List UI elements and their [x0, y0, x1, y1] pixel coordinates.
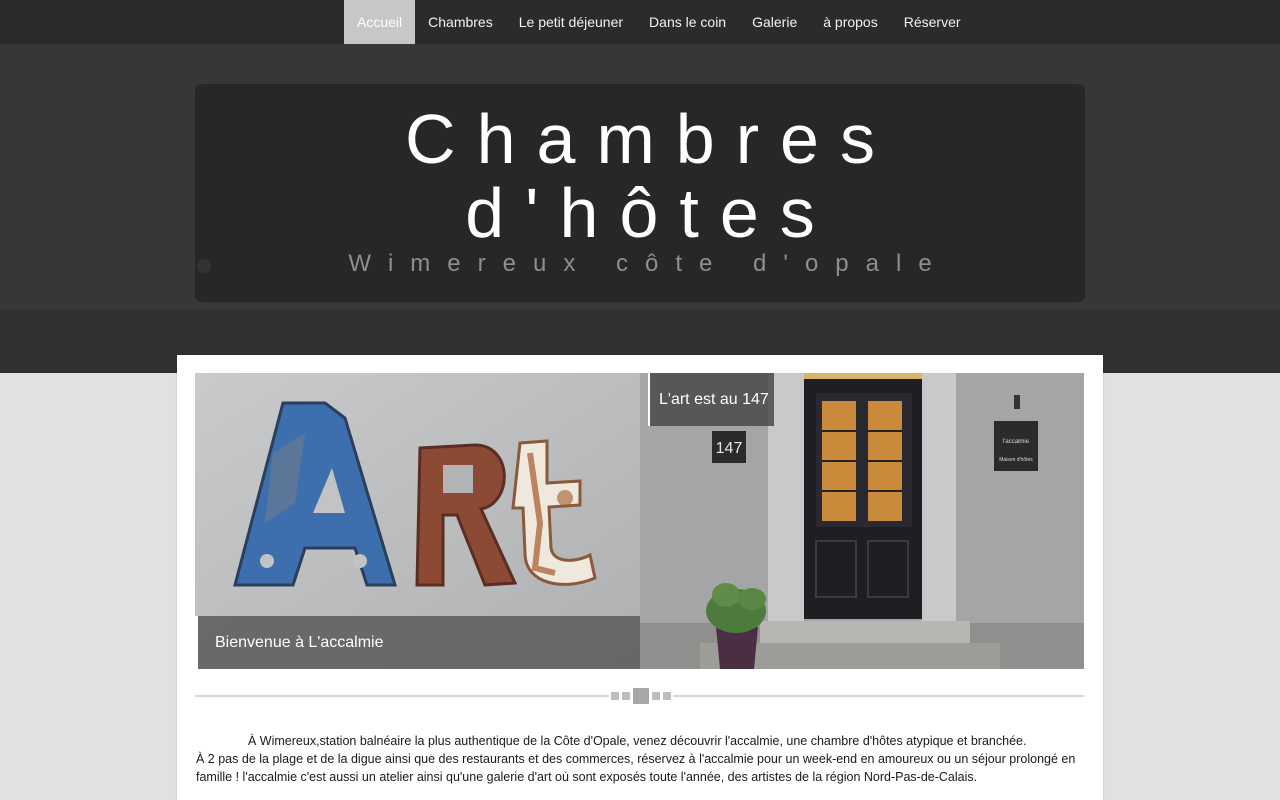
nav-item-a-propos[interactable]: à propos [810, 0, 890, 44]
nav-item-dans-le-coin[interactable]: Dans le coin [636, 0, 739, 44]
hero-banner: Chambres d'hôtes Wimereux côte d'opale [0, 44, 1280, 373]
nav-item-petit-dejeuner[interactable]: Le petit déjeuner [506, 0, 636, 44]
image-slider: Bienvenue à L'accalmie 147 l'accalmie Ma… [195, 373, 1084, 669]
nav-menu: Accueil Chambres Le petit déjeuner Dans … [344, 0, 974, 44]
slider-dot-5[interactable] [663, 692, 671, 700]
house-number-label: 147 [716, 440, 743, 457]
house-sign-label: l'accalmie [1003, 439, 1030, 445]
hero-title-box: Chambres d'hôtes Wimereux côte d'opale [195, 84, 1085, 302]
nav-item-reserver[interactable]: Réserver [891, 0, 974, 44]
site-title-line1: Chambres [405, 100, 896, 178]
site-title: Chambres d'hôtes [195, 102, 1085, 250]
slider-dot-1[interactable] [611, 692, 619, 700]
slider-dot-4[interactable] [652, 692, 660, 700]
intro-text: À Wimereux,station balnéaire la plus aut… [196, 732, 1086, 786]
site-title-line2: d'hôtes [465, 174, 836, 252]
nav-item-galerie[interactable]: Galerie [739, 0, 810, 44]
site-subtitle: Wimereux côte d'opale [348, 250, 949, 277]
slide-caption-bienvenue: Bienvenue à L'accalmie [195, 616, 640, 669]
slider-dot-2[interactable] [622, 692, 630, 700]
nav-item-chambres[interactable]: Chambres [415, 0, 506, 44]
house-sign-label-2: Maison d'hôtes [999, 457, 1033, 463]
slide-caption-art-147: L'art est au 147 [648, 373, 774, 426]
top-navigation: Accueil Chambres Le petit déjeuner Dans … [0, 0, 1280, 44]
intro-paragraph-1: À Wimereux,station balnéaire la plus aut… [248, 734, 1027, 748]
slide-art-letters[interactable]: Bienvenue à L'accalmie [195, 373, 640, 669]
intro-paragraph-2: À 2 pas de la plage et de la digue ainsi… [196, 752, 1076, 784]
content-panel: Bienvenue à L'accalmie 147 l'accalmie Ma… [177, 355, 1103, 800]
slider-dot-active[interactable] [633, 688, 649, 704]
slide-house-facade[interactable]: 147 l'accalmie Maison d'hôtes L'art est … [640, 373, 1084, 669]
slider-pagination [609, 687, 673, 705]
nav-item-accueil[interactable]: Accueil [344, 0, 416, 44]
